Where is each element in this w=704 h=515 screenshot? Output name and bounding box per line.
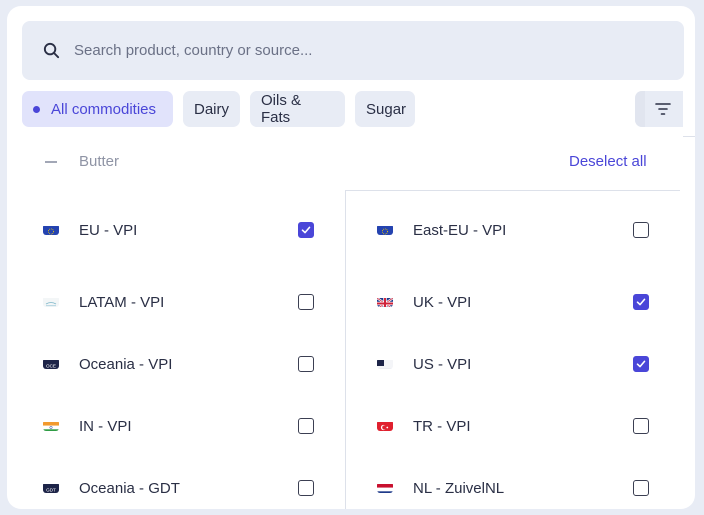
group-header: Butter Deselect all: [7, 143, 695, 183]
oceania-gdt-icon: GDT: [43, 482, 59, 493]
source-label: EU - VPI: [79, 222, 138, 239]
turkey-flag-icon: [377, 420, 393, 431]
source-checkbox[interactable]: [298, 222, 314, 238]
chip-label: Oils & Fats: [261, 92, 302, 126]
source-label: NL - ZuivelNL: [413, 480, 505, 497]
source-label: TR - VPI: [413, 418, 471, 435]
source-checkbox[interactable]: [633, 480, 649, 496]
chip-sugar[interactable]: Sugar: [355, 91, 415, 127]
active-dot-icon: [33, 105, 40, 113]
right-column-top-border: [345, 190, 680, 191]
source-item-eu-vpi[interactable]: EU - VPI: [43, 216, 343, 246]
collapse-dash-icon[interactable]: [45, 161, 57, 163]
latam-flag-icon: [43, 296, 59, 307]
source-checkbox[interactable]: [298, 356, 314, 372]
source-checkbox[interactable]: [633, 356, 649, 372]
search-input[interactable]: [74, 21, 664, 80]
group-name: Butter: [79, 153, 120, 170]
source-checkbox[interactable]: [633, 418, 649, 434]
source-item-tr-vpi[interactable]: TR - VPI: [377, 412, 677, 442]
source-item-latam-vpi[interactable]: LATAM - VPI: [43, 288, 343, 318]
source-label: UK - VPI: [413, 294, 472, 311]
source-label: LATAM - VPI: [79, 294, 165, 311]
chip-row-separator: [683, 136, 695, 137]
source-label: Oceania - GDT: [79, 480, 180, 497]
source-label: East-EU - VPI: [413, 222, 507, 239]
source-item-oceania-vpi[interactable]: OCE Oceania - VPI: [43, 350, 343, 380]
svg-text:OCE: OCE: [46, 363, 56, 368]
source-item-in-vpi[interactable]: IN - VPI: [43, 412, 343, 442]
search-bar: [22, 21, 684, 80]
search-icon: [43, 42, 60, 59]
source-checkbox[interactable]: [298, 294, 314, 310]
chip-dairy[interactable]: Dairy: [183, 91, 240, 127]
uk-flag-icon: [377, 296, 393, 307]
netherlands-flag-icon: [377, 482, 393, 493]
source-label: IN - VPI: [79, 418, 132, 435]
us-flag-icon: [377, 358, 393, 369]
source-item-nl-zuivelnl[interactable]: NL - ZuivelNL: [377, 474, 677, 504]
chip-oils-fats[interactable]: Oils & Fats: [250, 91, 345, 127]
chip-label: All commodities: [51, 100, 157, 118]
oceania-oce-icon: OCE: [43, 358, 59, 369]
eu-flag-icon: [43, 224, 59, 235]
source-label: Oceania - VPI: [79, 356, 173, 373]
deselect-all-link[interactable]: Deselect all: [569, 153, 647, 170]
svg-text:GDT: GDT: [46, 487, 56, 492]
india-flag-icon: [43, 420, 59, 431]
source-item-oceania-gdt[interactable]: GDT Oceania - GDT: [43, 474, 343, 504]
source-label: US - VPI: [413, 356, 472, 373]
panel-frame: All commodities Dairy Oils & Fats Sugar …: [0, 0, 704, 515]
source-checkbox[interactable]: [633, 222, 649, 238]
filter-button[interactable]: [635, 91, 683, 127]
source-item-uk-vpi[interactable]: UK - VPI: [377, 288, 677, 318]
source-item-us-vpi[interactable]: US - VPI: [377, 350, 677, 380]
eu-flag-icon: [377, 224, 393, 235]
chip-label: Dairy: [194, 100, 230, 118]
chip-all-commodities[interactable]: All commodities: [22, 91, 173, 127]
chip-label: Sugar: [366, 100, 407, 118]
filter-button-edge: [635, 91, 645, 127]
filter-icon: [655, 103, 671, 115]
column-divider: [345, 190, 346, 509]
source-checkbox[interactable]: [633, 294, 649, 310]
source-checkbox[interactable]: [298, 418, 314, 434]
source-checkbox[interactable]: [298, 480, 314, 496]
source-picker-card: All commodities Dairy Oils & Fats Sugar …: [7, 6, 695, 509]
source-item-east-eu-vpi[interactable]: East-EU - VPI: [377, 216, 677, 246]
